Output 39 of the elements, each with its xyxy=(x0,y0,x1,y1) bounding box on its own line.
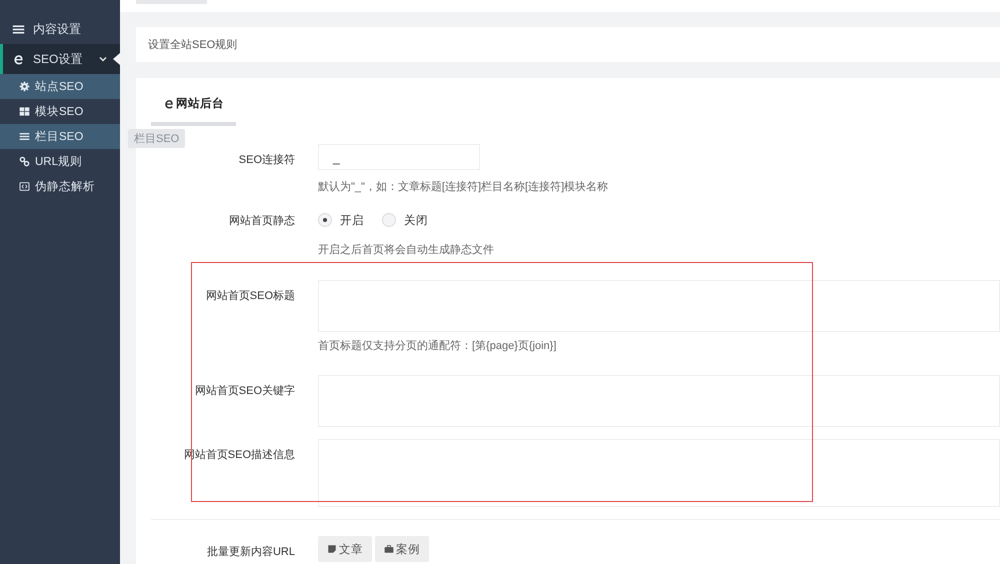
radio-label[interactable]: 关闭 xyxy=(404,212,428,228)
field-label: SEO连接符 xyxy=(238,152,296,168)
field-label: 网站首页静态 xyxy=(228,214,296,229)
menu-icon xyxy=(12,22,25,36)
tooltip: 栏目SEO xyxy=(128,129,186,148)
briefcase-icon xyxy=(384,544,394,554)
field-label: 批量更新内容URL xyxy=(206,544,296,560)
help-text: 默认为"_"，如：文章标题[连接符]栏目名称[连接符]模块名称 xyxy=(318,180,610,195)
gear-icon xyxy=(19,81,30,92)
radio-label[interactable]: 开启 xyxy=(340,212,364,228)
note-icon xyxy=(327,544,337,554)
text-area[interactable] xyxy=(318,280,1000,332)
sidebar-item[interactable]: SEO设置 xyxy=(0,44,120,74)
action-button[interactable]: 文章 xyxy=(318,536,372,562)
letter-e-icon xyxy=(163,98,175,110)
help-text: 开启之后首页将会自动生成静态文件 xyxy=(318,242,495,258)
link-icon xyxy=(19,156,30,167)
letter-e-icon xyxy=(12,52,25,66)
pointer-notch xyxy=(113,53,120,65)
text-field[interactable]: _ xyxy=(318,144,480,170)
notice-text: 设置全站SEO规则 xyxy=(148,38,238,52)
help-text: 首页标题仅支持分页的通配符：[第{page}页{join}] xyxy=(318,338,558,354)
field-label: 网站首页SEO关键字 xyxy=(194,384,296,399)
grid-icon xyxy=(19,106,30,117)
code-icon xyxy=(19,181,30,192)
radio-button[interactable] xyxy=(382,213,396,227)
action-button[interactable]: 案例 xyxy=(375,536,429,562)
sidebar-subitem[interactable]: 栏目SEO xyxy=(0,124,120,149)
text-area[interactable] xyxy=(318,439,1000,507)
field-label: 网站首页SEO标题 xyxy=(204,289,296,304)
sidebar-item[interactable]: 内容设置 xyxy=(0,14,120,44)
sidebar-subitem[interactable]: 伪静态解析 xyxy=(0,174,120,199)
sidebar-subitem[interactable]: URL规则 xyxy=(0,149,120,174)
sidebar-subitem[interactable]: 模块SEO xyxy=(0,99,120,124)
radio-button[interactable] xyxy=(318,213,332,227)
text-area[interactable] xyxy=(318,375,1000,427)
menu-icon xyxy=(19,131,30,142)
tab[interactable]: 网站后台 xyxy=(151,93,236,126)
sidebar-subitem[interactable]: 站点SEO xyxy=(0,74,120,99)
